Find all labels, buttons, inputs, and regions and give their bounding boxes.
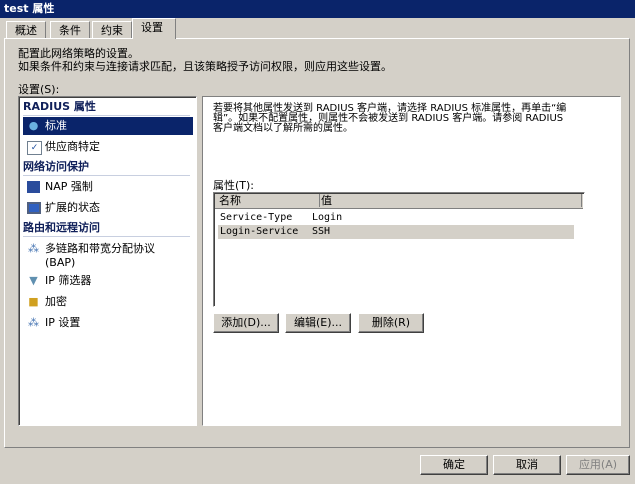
description: 若要将其他属性发送到 RADIUS 客户端，请选择 RADIUS 标准属性，再单… [213,104,566,134]
sidebar-item-ip-filters[interactable]: ▼ IP 筛选器 [23,272,193,290]
edit-button[interactable]: 编辑(E)... [285,313,351,333]
description-line: 客户端文档以了解所需的属性。 [213,123,353,134]
item-label: 供应商特定 [45,140,100,153]
lock-icon: ■ [28,295,39,308]
sidebar-item-standard[interactable]: ● 标准 [23,117,193,135]
sidebar-item-vendor-specific[interactable]: ✓ 供应商特定 [23,138,193,156]
tab-overview[interactable]: 概述 [6,21,46,38]
item-label: 多链路和带宽分配协议 [45,242,155,255]
column-value[interactable]: 值 [317,194,582,207]
apply-button[interactable]: 应用(A) [566,455,630,475]
item-label: IP 筛选器 [45,274,92,287]
group-radius-attributes: RADIUS 属性 [23,99,190,116]
sidebar-item-nap-enforcement[interactable]: NAP 强制 [23,178,193,196]
add-button[interactable]: 添加(D)... [213,313,279,333]
remove-button[interactable]: 删除(R) [358,313,424,333]
detail-pane: 若要将其他属性发送到 RADIUS 客户端，请选择 RADIUS 标准属性，再单… [202,96,621,426]
cell-value: SSH [312,226,331,237]
ok-button[interactable]: 确定 [420,455,488,475]
network-icon: ⁂ [28,316,39,329]
sidebar-item-bap[interactable]: ⁂ 多链路和带宽分配协议 (BAP) [23,240,193,274]
item-label: NAP 强制 [45,180,93,193]
item-label: 标准 [45,119,67,132]
attributes-label: 属性(T): [213,179,255,192]
settings-label: 设置(S): [18,83,60,96]
table-row[interactable]: Login-Service SSH [218,225,574,239]
list-header: 名称 值 [215,194,583,209]
tab-label: 设置 [141,21,163,34]
settings-tree[interactable]: RADIUS 属性 ● 标准 ✓ 供应商特定 网络访问保护 NAP 强制 扩展的状态… [18,96,197,426]
item-label: 加密 [45,295,67,308]
tab-conditions[interactable]: 条件 [50,21,90,38]
tab-label: 约束 [101,24,123,37]
globe-icon: ● [28,119,39,132]
attributes-list[interactable]: 名称 值 Service-Type Login Login-Service SSH [213,192,585,307]
window-title: test 属性 [4,2,55,15]
title-bar: test 属性 [0,0,635,18]
item-label: 扩展的状态 [45,201,100,214]
network-icon: ⁂ [28,242,39,255]
item-label-continued: (BAP) [45,256,76,269]
table-row[interactable]: Service-Type Login [218,211,578,225]
sidebar-item-ip-settings[interactable]: ⁂ IP 设置 [23,314,193,332]
cancel-button[interactable]: 取消 [493,455,561,475]
group-routing-remote-access: 路由和远程访问 [23,220,190,237]
tab-constraints[interactable]: 约束 [92,21,132,38]
cell-name: Login-Service [220,226,299,237]
column-name[interactable]: 名称 [215,194,320,207]
tab-label: 条件 [59,24,81,37]
nap-computer-icon [27,181,40,193]
checklist-icon: ✓ [27,141,42,155]
monitor-icon [27,202,41,214]
intro-line-2: 如果条件和约束与连接请求匹配，且该策略授予访问权限，则应用这些设置。 [18,60,392,73]
filter-icon: ▼ [29,274,38,287]
cell-value: Login [312,212,343,223]
sidebar-item-encryption[interactable]: ■ 加密 [23,293,193,311]
cell-name: Service-Type [220,212,293,223]
tab-settings[interactable]: 设置 [132,18,176,39]
group-nap: 网络访问保护 [23,159,190,176]
sidebar-item-extended-state[interactable]: 扩展的状态 [23,199,193,217]
tab-label: 概述 [15,24,37,37]
item-label: IP 设置 [45,316,81,329]
